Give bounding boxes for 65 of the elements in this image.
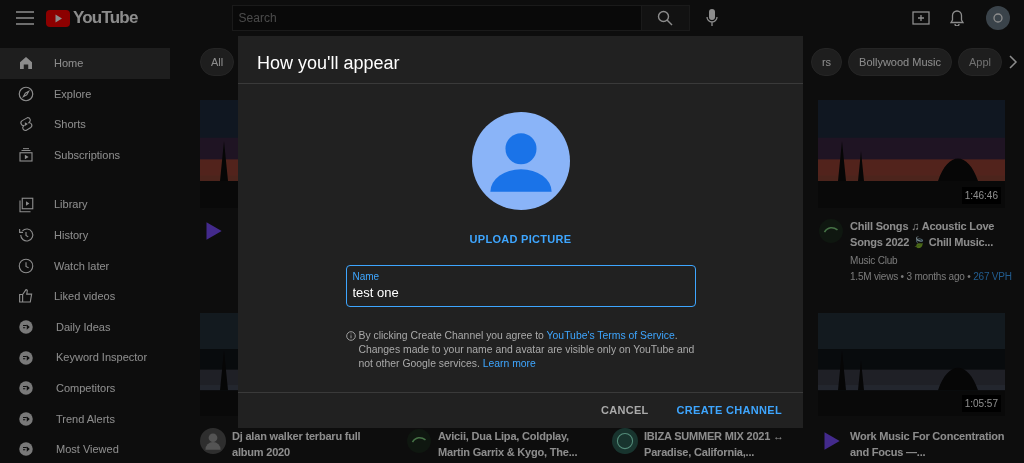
channel-avatar[interactable] [200,428,226,454]
logo-text: YouTube [73,7,138,30]
cancel-button[interactable]: CANCEL [592,398,657,423]
circle-logo-icon [17,440,35,459]
notice-text: By clicking Create Channel you agree to YouTube's Terms of Service. Changes made to your name and avatar are visible only on YouTube and not other Google services. Learn more [358,328,696,371]
bell-icon[interactable] [950,10,964,26]
library-icon [17,195,35,214]
history-icon [17,226,35,245]
sidebar-item[interactable]: Daily Ideas [0,311,170,343]
sidebar-item[interactable]: History [0,219,170,251]
menu-icon[interactable] [16,11,34,25]
sidebar-item[interactable]: Library [0,189,170,220]
channel-avatar[interactable] [406,428,432,454]
play-logo-icon [46,9,70,27]
clock-icon [17,256,35,275]
circle-logo-icon [17,348,35,367]
sidebar-item[interactable]: Explore [0,78,170,110]
filter-chip[interactable]: Bollywood Music [848,48,952,76]
sidebar-item[interactable]: Shorts [0,109,170,140]
channel-name[interactable]: Music Club [850,253,1012,269]
search-button[interactable] [641,5,690,31]
sidebar-item[interactable]: Subscriptions [0,139,170,171]
video-stats: 1.5M views • 3 months ago • [850,271,971,282]
learn-more-link[interactable]: Learn more [482,357,536,369]
search-icon [657,10,674,26]
dialog-title: How you'll appear [238,36,803,84]
sidebar-item[interactable]: Most Viewed [0,434,170,463]
shorts-icon [17,115,35,134]
sidebar-item[interactable]: Liked videos [0,281,170,312]
info-icon [345,330,356,341]
channel-avatar[interactable] [612,428,638,454]
sidebar-item[interactable]: Competitors [0,372,170,404]
video-title[interactable]: Avicii, Dua Lipa, Coldplay, Martin Garrix & Kygo, The... [438,428,593,460]
sidebar-item[interactable]: Home [0,48,170,79]
compass-icon [17,84,35,103]
sidebar-item[interactable]: Watch later [0,250,170,282]
vph-label: 267 VPH [973,271,1012,282]
terms-link[interactable]: YouTube's Terms of Service [546,329,675,341]
video-title[interactable]: Work Music For Concentration and Focus —... [850,428,1005,460]
video-title[interactable]: Chill Songs ♫ Acoustic Love Songs 2022 🍃 Chill Music... [850,218,1012,250]
channel-avatar[interactable] [818,218,844,244]
filter-chip[interactable]: Appl [957,48,1002,76]
circle-logo-icon [17,379,35,398]
create-video-icon[interactable] [912,11,930,25]
subscriptions-icon [17,146,35,165]
name-input[interactable]: test one [352,282,689,302]
duration-label: 1:46:46 [961,187,1001,204]
video-title[interactable]: IBIZA SUMMER MIX 2021 ↔ Paradise, California,... [644,428,799,460]
filter-chip[interactable]: rs [810,48,843,76]
upload-picture-button[interactable]: UPLOAD PICTURE [463,230,578,249]
sidebar-item[interactable]: Keyword Inspector [0,342,170,373]
chevron-right-icon[interactable] [1008,55,1018,69]
microphone-icon[interactable] [705,9,718,27]
circle-logo-icon [17,409,35,428]
create-channel-button[interactable]: CREATE CHANNEL [668,398,790,423]
video-title[interactable]: Dj alan walker terbaru full album 2020 [232,428,387,460]
field-label: Name [352,270,381,283]
name-field[interactable]: Name test one [345,264,696,307]
sidebar-item[interactable]: Trend Alerts [0,403,170,435]
filter-chip[interactable]: All [200,48,235,76]
account-avatar[interactable] [986,6,1010,30]
thumbs-up-icon [17,287,35,306]
search-field[interactable]: Search [231,5,642,31]
duration-label: 1:05:57 [961,395,1001,412]
circle-logo-icon [17,318,35,337]
